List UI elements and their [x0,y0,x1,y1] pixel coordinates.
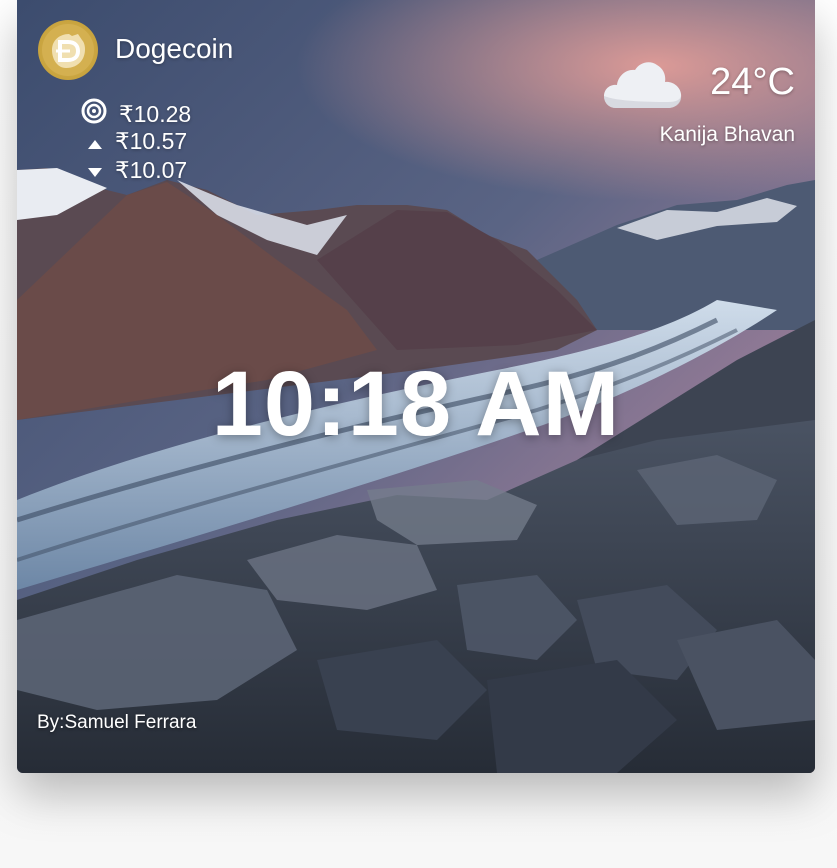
high-price-row: ₹10.57 [87,128,187,155]
photo-credit[interactable]: By:Samuel Ferrara [37,712,196,734]
cloud-icon [604,58,684,110]
dogecoin-logo-icon [38,20,98,80]
caret-up-icon [87,128,103,155]
caret-down-icon [87,157,103,184]
target-icon [81,98,107,130]
low-price-row: ₹10.07 [87,157,187,184]
current-price-row: ₹10.28 [81,98,191,130]
coin-name: Dogecoin [115,33,234,64]
low-price: ₹10.07 [115,157,188,183]
clock-time: 10:18 AM [211,353,621,455]
temperature: 24°C [710,61,795,103]
dashboard-card: Dogecoin ₹10.28 ₹10.57 ₹10.07 24°C Kanij… [17,0,815,773]
page: Dogecoin ₹10.28 ₹10.57 ₹10.07 24°C Kanij… [0,0,837,868]
current-price: ₹10.28 [119,100,192,127]
weather-location: Kanija Bhavan [659,123,795,146]
high-price: ₹10.57 [115,128,188,154]
